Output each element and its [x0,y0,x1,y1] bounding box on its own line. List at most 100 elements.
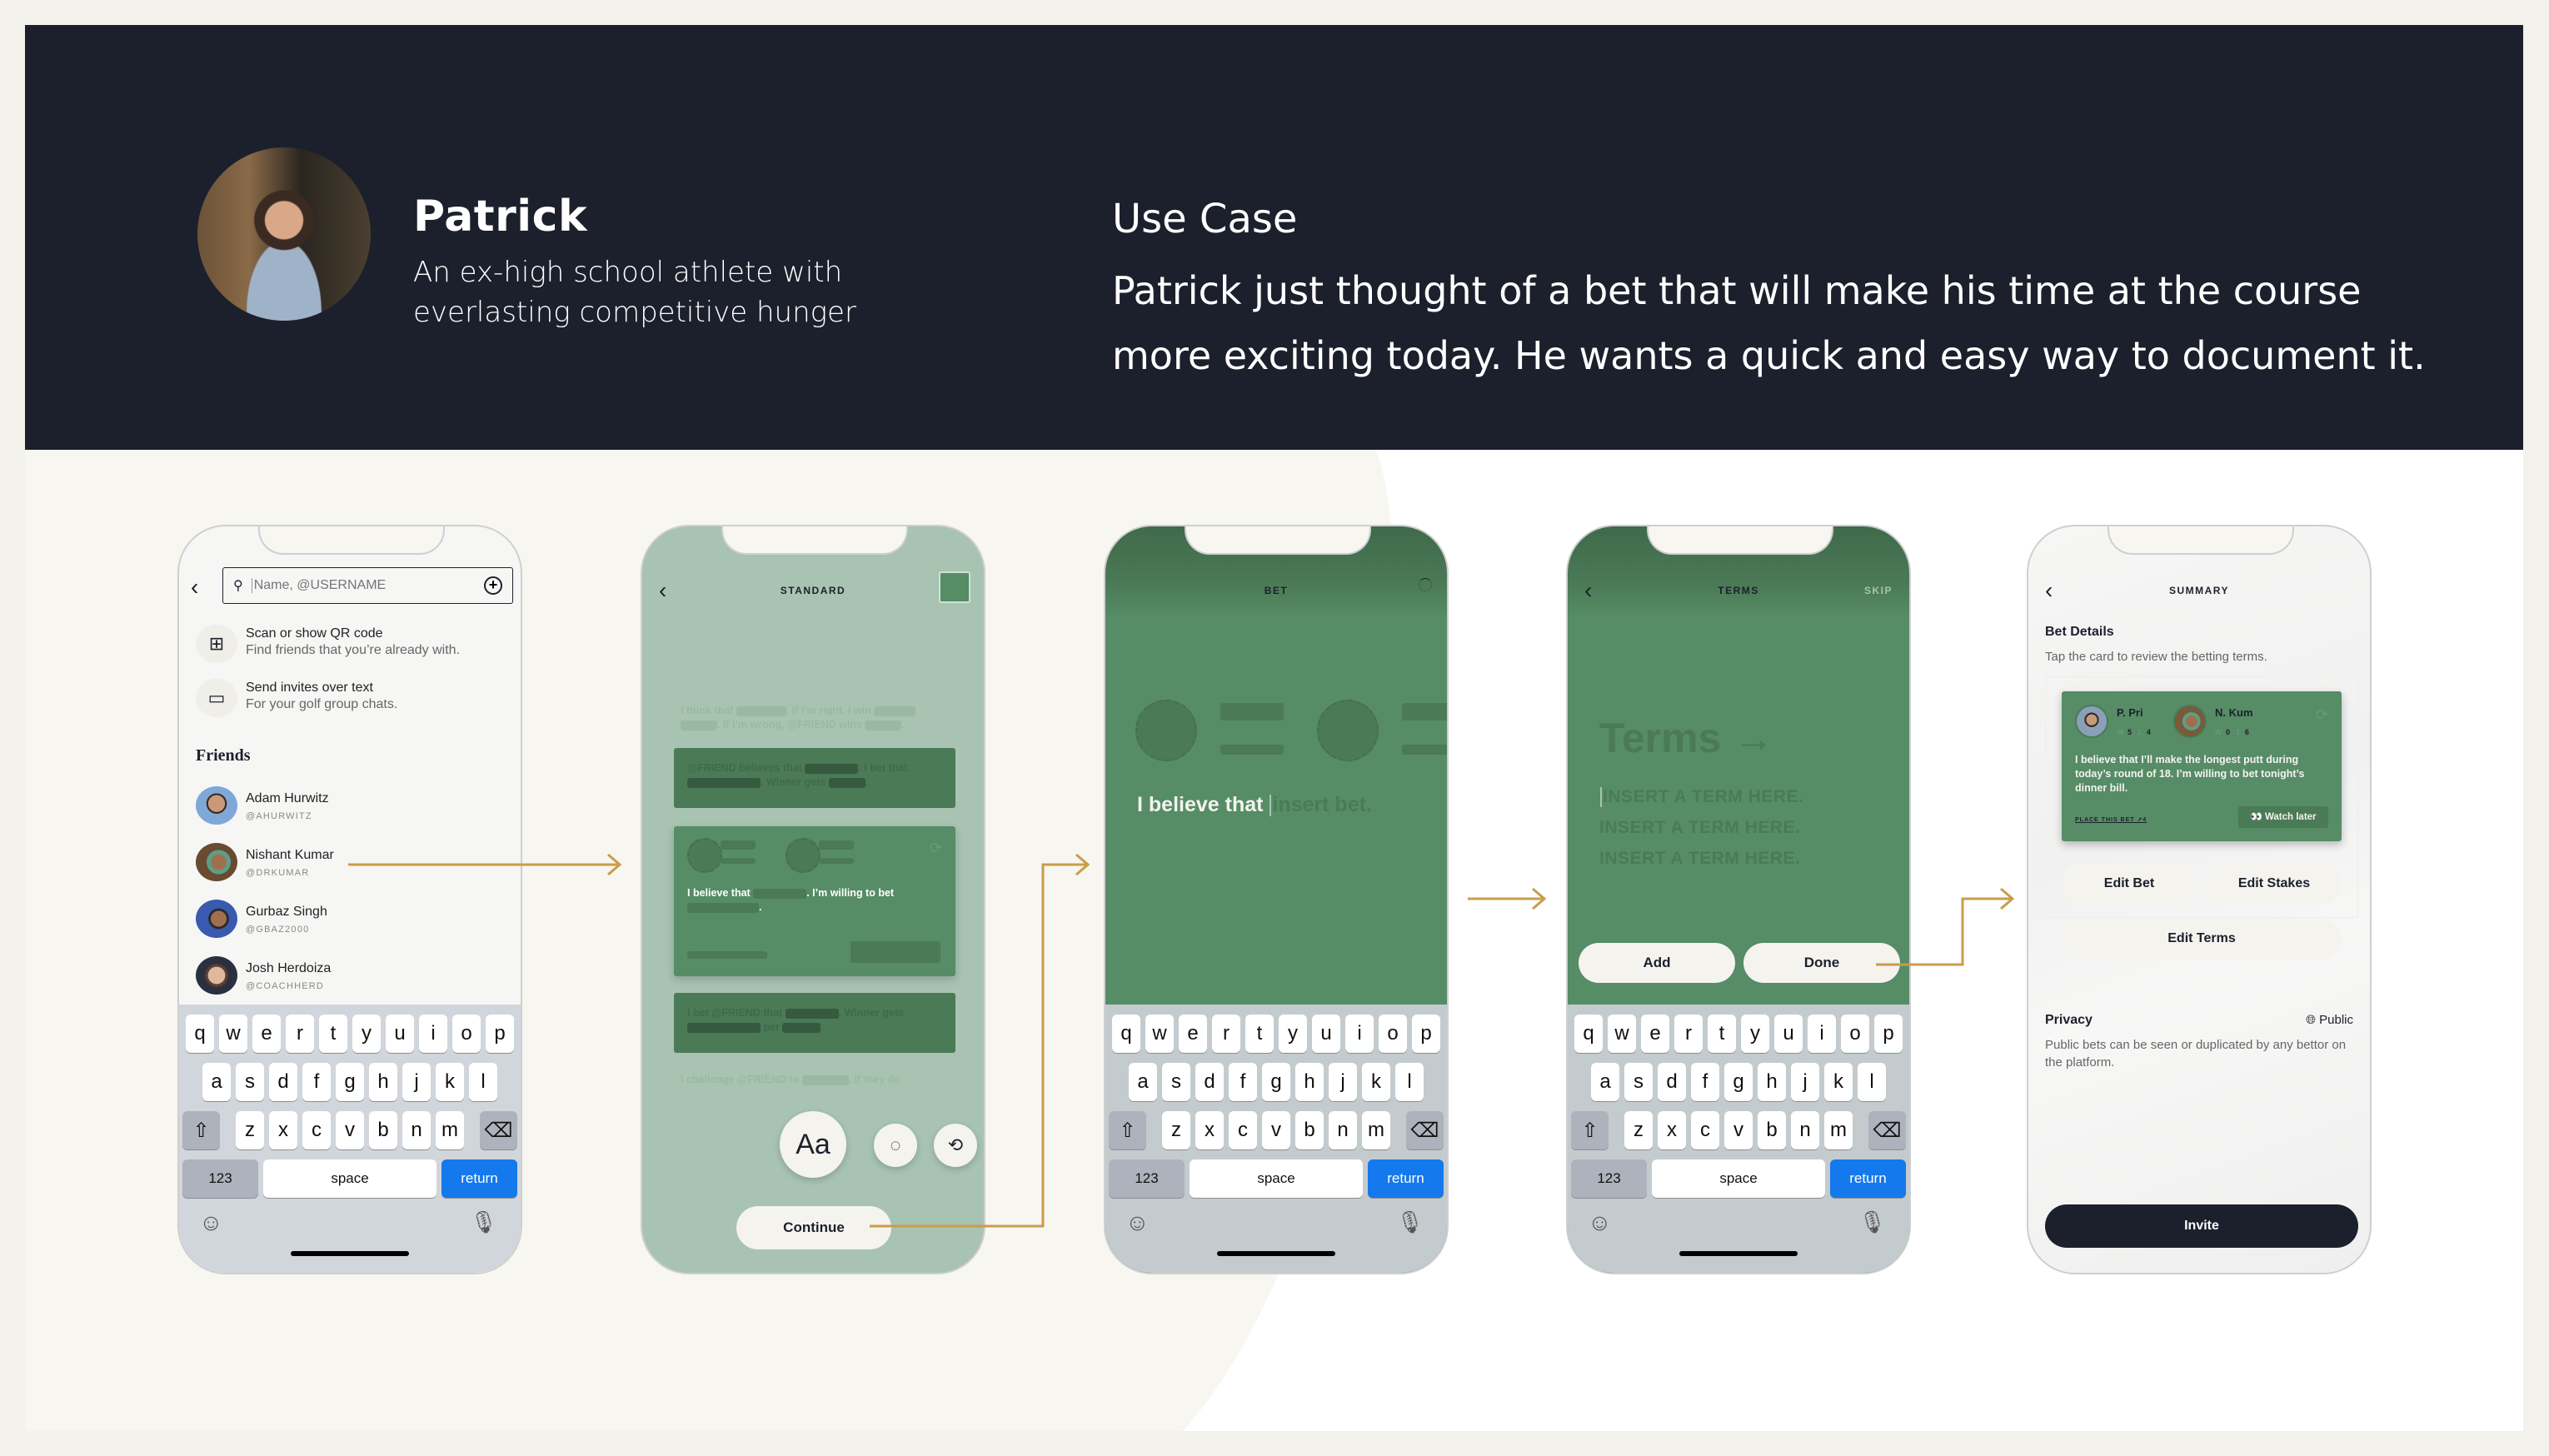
return-key[interactable]: return [1367,1159,1444,1198]
friend-search-field[interactable]: ⚲ + [222,567,513,604]
invite-button[interactable]: Invite [2045,1204,2358,1248]
numbers-key[interactable]: 123 [1109,1159,1185,1198]
key-b[interactable]: b [1295,1111,1324,1149]
template-ghost-bottom[interactable]: I challenge @FRIEND to . If they do [681,1073,955,1087]
key-k[interactable]: k [1362,1063,1390,1101]
key-o[interactable]: o [1379,1015,1407,1053]
term-input[interactable]: INSERT A TERM HERE. [1599,787,1803,808]
key-h[interactable]: h [1295,1063,1324,1101]
key-h[interactable]: h [1758,1063,1786,1101]
privacy-selector[interactable]: 🌐︎ Public [2306,1013,2353,1027]
watch-later-button[interactable]: 👀 Watch later [2238,806,2328,828]
key-h[interactable]: h [369,1063,397,1101]
space-key[interactable]: space [1190,1159,1363,1198]
bet-card[interactable]: P. Pri W 5 L 4 N. Kum W 0 L 6 ⟳ I believ… [2062,691,2342,841]
key-o[interactable]: o [1841,1015,1869,1053]
key-e[interactable]: e [1641,1015,1669,1053]
shift-key[interactable]: ⇧ [1109,1111,1146,1149]
key-k[interactable]: k [1824,1063,1853,1101]
key-q[interactable]: q [1112,1015,1140,1053]
key-g[interactable]: g [1262,1063,1290,1101]
microphone-icon[interactable]: 🎙︎ [470,1209,497,1235]
done-button[interactable]: Done [1743,943,1900,983]
key-g[interactable]: g [336,1063,364,1101]
shape-circle-button[interactable]: ◌ [874,1124,917,1167]
edit-stakes-button[interactable]: Edit Stakes [2207,863,2342,905]
key-s[interactable]: s [1162,1063,1190,1101]
delete-key[interactable]: ⌫ [480,1111,517,1149]
key-u[interactable]: u [1774,1015,1803,1053]
template-card-friend-believes[interactable]: @FRIEND believes that . I bet that . Win… [674,748,955,808]
key-n[interactable]: n [402,1111,431,1149]
key-q[interactable]: q [186,1015,214,1053]
key-a[interactable]: a [202,1063,231,1101]
key-s[interactable]: s [1624,1063,1653,1101]
refresh-icon[interactable]: ⟳ [2316,706,2328,724]
key-y[interactable]: y [1279,1015,1307,1053]
microphone-icon[interactable]: 🎙︎ [1396,1209,1424,1235]
back-icon[interactable]: ‹ [191,575,198,600]
friend-search-input[interactable] [251,578,484,593]
key-r[interactable]: r [1674,1015,1703,1053]
key-x[interactable]: x [269,1111,297,1149]
add-friend-icon[interactable]: + [484,576,502,595]
key-v[interactable]: v [336,1111,364,1149]
space-key[interactable]: space [1652,1159,1825,1198]
key-i[interactable]: i [1345,1015,1374,1053]
delete-key[interactable]: ⌫ [1868,1111,1906,1149]
key-q[interactable]: q [1574,1015,1603,1053]
key-u[interactable]: u [1312,1015,1340,1053]
key-w[interactable]: w [1608,1015,1636,1053]
color-swatch-button[interactable] [939,571,970,603]
edit-bet-button[interactable]: Edit Bet [2062,863,2197,905]
option-text-invite[interactable]: ▭ Send invites over text For your golf g… [196,679,512,721]
key-c[interactable]: c [302,1111,331,1149]
key-m[interactable]: m [1824,1111,1853,1149]
key-z[interactable]: z [236,1111,264,1149]
key-a[interactable]: a [1129,1063,1157,1101]
key-z[interactable]: z [1162,1111,1190,1149]
key-p[interactable]: p [1412,1015,1440,1053]
key-i[interactable]: i [1808,1015,1836,1053]
key-d[interactable]: d [1658,1063,1686,1101]
key-t[interactable]: t [1708,1015,1736,1053]
key-w[interactable]: w [219,1015,247,1053]
key-t[interactable]: t [1245,1015,1274,1053]
key-c[interactable]: c [1691,1111,1719,1149]
key-t[interactable]: t [319,1015,347,1053]
return-key[interactable]: return [1829,1159,1906,1198]
key-l[interactable]: l [469,1063,497,1101]
skip-button[interactable]: SKIP [1864,585,1893,596]
friend-list-item[interactable]: Josh Herdoiza @COACHHERD [196,956,512,998]
key-n[interactable]: n [1791,1111,1819,1149]
key-u[interactable]: u [386,1015,414,1053]
key-b[interactable]: b [369,1111,397,1149]
shape-rotate-button[interactable]: ⟲ [934,1124,977,1167]
template-card-selected[interactable]: ⟳ I believe that . I’m willing to bet . [674,826,955,976]
key-v[interactable]: v [1724,1111,1753,1149]
emoji-icon[interactable]: ☺ [199,1209,223,1236]
key-b[interactable]: b [1758,1111,1786,1149]
key-r[interactable]: r [1212,1015,1240,1053]
numbers-key[interactable]: 123 [1571,1159,1648,1198]
template-card-bet-friend[interactable]: I bet @FRIEND that . Winner gets per . [674,993,955,1053]
delete-key[interactable]: ⌫ [1406,1111,1444,1149]
return-key[interactable]: return [441,1159,517,1198]
place-bet-link[interactable]: PLACE THIS BET ↗4 [2075,816,2147,823]
key-p[interactable]: p [1874,1015,1903,1053]
numbers-key[interactable]: 123 [182,1159,259,1198]
key-c[interactable]: c [1229,1111,1257,1149]
option-qr-code[interactable]: ⊞ Scan or show QR code Find friends that… [196,625,512,666]
key-o[interactable]: o [452,1015,481,1053]
key-n[interactable]: n [1329,1111,1357,1149]
key-j[interactable]: j [402,1063,431,1101]
key-d[interactable]: d [269,1063,297,1101]
font-style-button[interactable]: Aa [780,1111,846,1178]
key-j[interactable]: j [1329,1063,1357,1101]
template-ghost-top[interactable]: I think that . If I’m right, I win . If … [681,704,955,732]
key-e[interactable]: e [252,1015,281,1053]
space-key[interactable]: space [263,1159,436,1198]
key-r[interactable]: r [286,1015,314,1053]
key-l[interactable]: l [1395,1063,1424,1101]
key-f[interactable]: f [302,1063,331,1101]
